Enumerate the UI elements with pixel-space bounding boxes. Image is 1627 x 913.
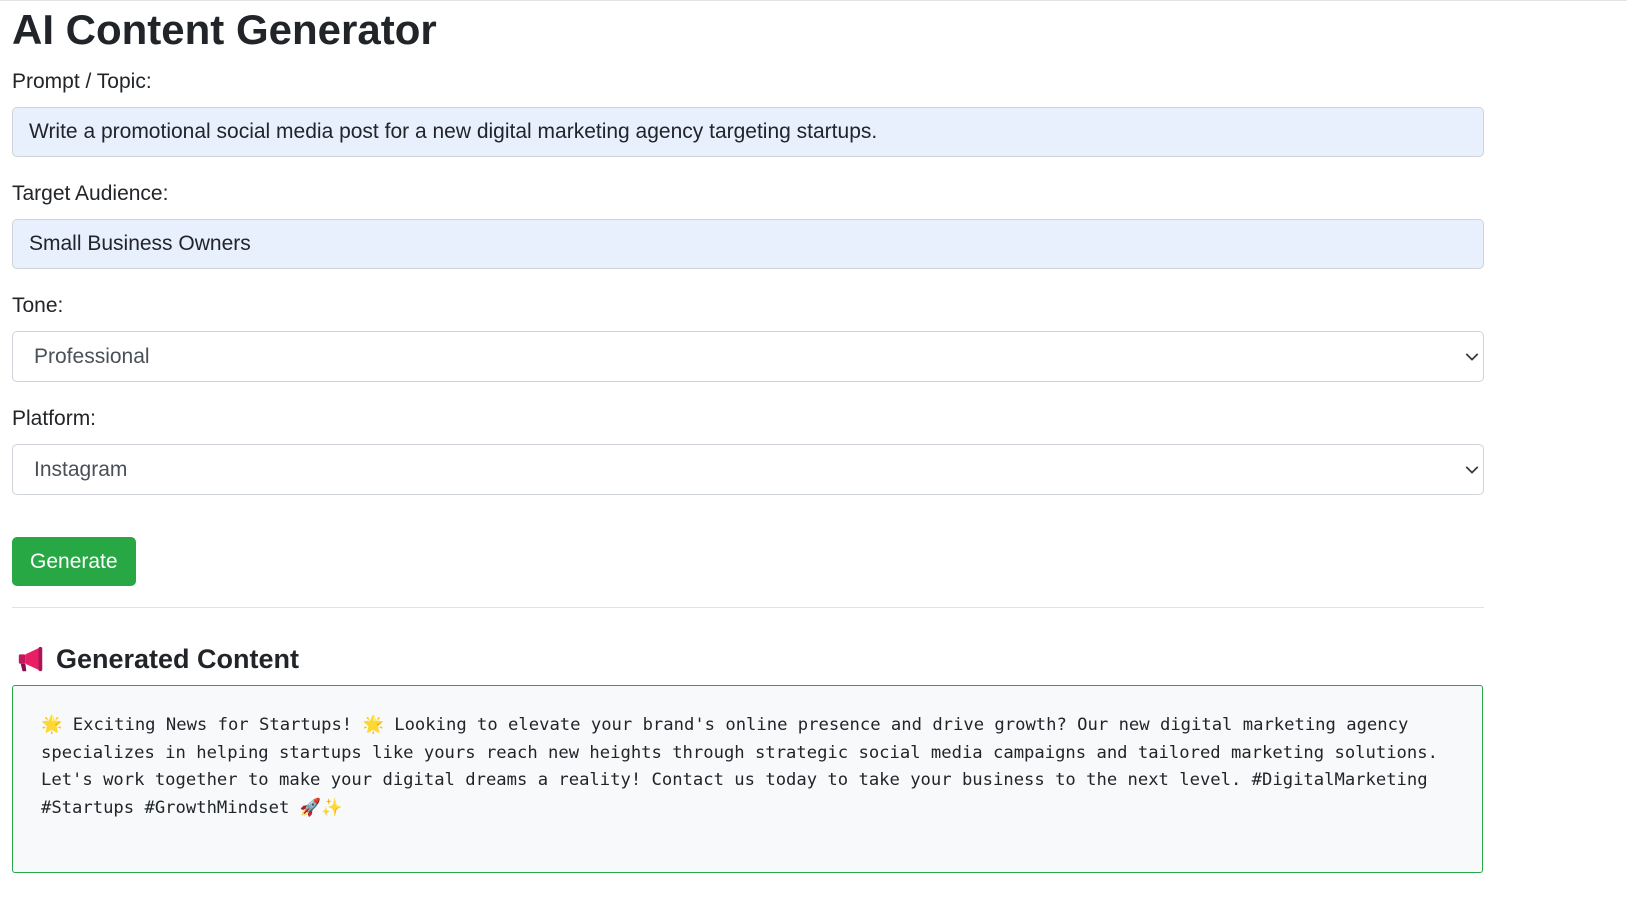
prompt-input[interactable] — [12, 107, 1484, 157]
platform-group: Platform: Instagram — [12, 406, 1484, 495]
tone-label: Tone: — [12, 294, 64, 317]
tone-selected-value: Professional — [34, 345, 150, 368]
page-title: AI Content Generator — [12, 6, 437, 53]
generate-button[interactable]: Generate — [12, 537, 136, 586]
main-container: AI Content Generator Prompt / Topic: Tar… — [12, 0, 1484, 873]
platform-selected-value: Instagram — [34, 458, 128, 481]
platform-select[interactable]: Instagram — [12, 444, 1484, 495]
audience-group: Target Audience: — [12, 181, 1484, 269]
tone-select[interactable]: Professional — [12, 331, 1484, 382]
audience-input[interactable] — [12, 219, 1484, 269]
chevron-down-icon — [1465, 353, 1479, 361]
prompt-label: Prompt / Topic: — [12, 70, 152, 93]
chevron-down-icon — [1465, 466, 1479, 474]
generated-content-title: Generated Content — [56, 643, 300, 674]
audience-label: Target Audience: — [12, 182, 169, 205]
tone-group: Tone: Professional — [12, 293, 1484, 382]
prompt-group: Prompt / Topic: — [12, 69, 1484, 157]
megaphone-icon — [18, 646, 43, 672]
generated-content-box: 🌟 Exciting News for Startups! 🌟 Looking … — [12, 685, 1483, 873]
section-divider — [12, 607, 1484, 608]
platform-label: Platform: — [12, 407, 97, 430]
generated-content-heading: Generated Content — [12, 642, 1484, 676]
